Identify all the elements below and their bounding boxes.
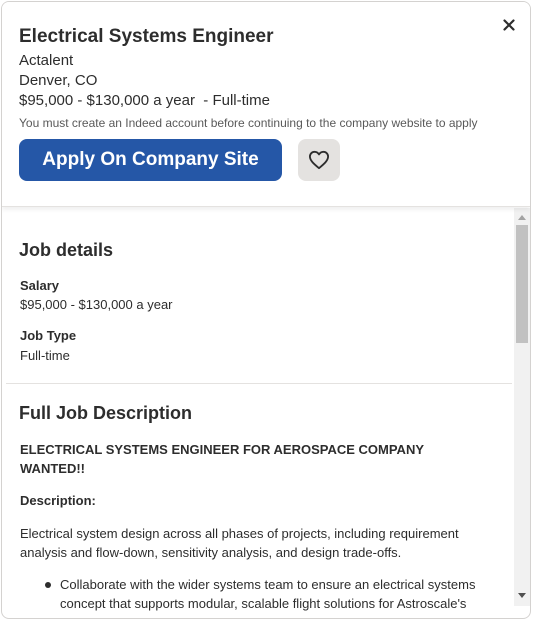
description-paragraph: Electrical system design across all phas…	[20, 526, 459, 560]
close-icon	[503, 19, 515, 31]
scroll-up-button[interactable]	[514, 210, 530, 224]
job-type-value: Full-time	[20, 348, 70, 363]
job-type-label: Job Type	[20, 328, 77, 343]
company-name[interactable]: Actalent	[19, 52, 73, 69]
job-body-scroll-area[interactable]: Job details Salary $95,000 - $130,000 a …	[2, 208, 530, 618]
vertical-scrollbar[interactable]	[514, 208, 530, 606]
caret-up-icon	[518, 214, 526, 220]
salary-and-type: $95,000 - $130,000 a year - Full-time	[19, 92, 270, 109]
description-label: Description:	[20, 493, 96, 508]
job-title: Electrical Systems Engineer	[19, 26, 274, 47]
heart-icon	[308, 150, 329, 170]
save-job-button[interactable]	[298, 139, 340, 181]
full-job-description-heading: Full Job Description	[19, 403, 193, 423]
job-details-heading: Job details	[19, 240, 114, 260]
job-tagline: ELECTRICAL SYSTEMS ENGINEER FOR AEROSPAC…	[20, 442, 424, 476]
caret-down-icon	[518, 592, 526, 598]
apply-on-company-site-button[interactable]: Apply On Company Site	[19, 139, 282, 181]
account-notice: You must create an Indeed account before…	[19, 116, 478, 130]
description-bullet: Collaborate with the wider systems team …	[60, 577, 476, 611]
scroll-thumb[interactable]	[516, 225, 528, 343]
job-panel: Electrical Systems Engineer Actalent Den…	[1, 1, 531, 619]
bullet-marker	[45, 582, 51, 588]
job-header: Electrical Systems Engineer Actalent Den…	[2, 2, 530, 207]
section-divider	[6, 383, 512, 384]
salary-label: Salary	[20, 278, 60, 293]
job-location: Denver, CO	[19, 72, 98, 89]
salary-value: $95,000 - $130,000 a year	[20, 297, 173, 312]
close-button[interactable]	[498, 14, 520, 36]
scroll-down-button[interactable]	[514, 588, 530, 602]
